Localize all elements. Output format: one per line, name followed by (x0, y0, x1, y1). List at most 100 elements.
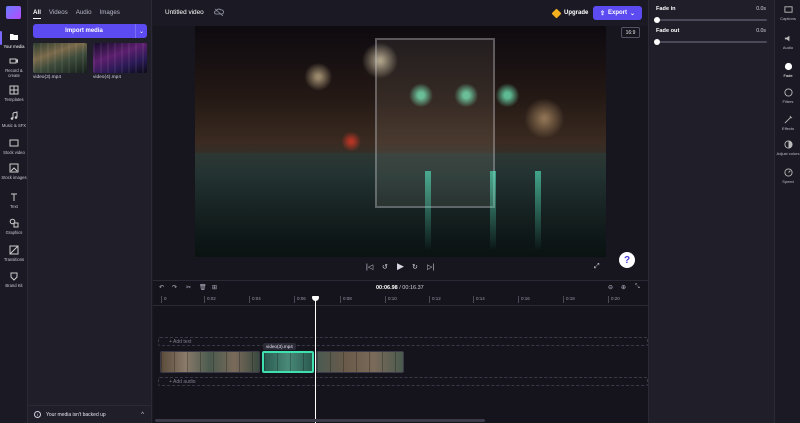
timeline-clip-selected[interactable] (262, 351, 314, 373)
rail-stock-images[interactable]: Stock images (0, 163, 28, 180)
tab-images[interactable]: Images (100, 9, 120, 19)
export-button[interactable]: ⇪ Export ⌄ (593, 6, 642, 20)
tab-videos[interactable]: Videos (49, 9, 68, 19)
rail-your-media[interactable]: Your media (0, 31, 28, 49)
export-label: Export (607, 10, 627, 16)
fit-icon[interactable]: ⤡ (635, 284, 640, 291)
fade-out-label: Fade out (656, 28, 680, 34)
rrail-captions[interactable]: Captions (775, 5, 800, 21)
tab-all[interactable]: All (33, 9, 41, 19)
rail-graphics[interactable]: Graphics (0, 218, 28, 235)
import-media-button[interactable]: Import media ⌄ (33, 24, 147, 38)
ruler-tick: 0:04 (249, 296, 261, 303)
video-preview[interactable] (195, 26, 606, 257)
fade-out-slider[interactable] (654, 38, 767, 45)
total-time: / 00:16.37 (399, 285, 424, 291)
undo-icon[interactable]: ↶ (159, 284, 164, 291)
brand-icon (10, 272, 18, 281)
media-thumbnail[interactable] (33, 43, 87, 73)
rrail-speed[interactable]: Speed (775, 168, 800, 184)
current-time: 00:06.98 (376, 285, 398, 291)
rrail-audio[interactable]: Audio (775, 34, 800, 50)
ruler-tick: 0:18 (563, 296, 575, 303)
rail-label: Record & create (5, 68, 23, 78)
speed-icon (783, 168, 793, 177)
rewind-icon[interactable]: ↺ (382, 263, 388, 271)
import-dropdown-button[interactable]: ⌄ (135, 24, 147, 38)
zoom-out-icon[interactable]: ⊖ (608, 284, 613, 291)
editor-center: Untitled video Upgrade ⇪ Export ⌄ 16:9 |… (153, 0, 648, 423)
project-title[interactable]: Untitled video (165, 9, 204, 16)
ruler-tick: 0:06 (294, 296, 306, 303)
playhead[interactable] (312, 296, 319, 423)
preview-reflection (535, 171, 541, 251)
help-button[interactable]: ? (619, 252, 635, 268)
effects-icon (784, 115, 792, 124)
speaker-icon (784, 35, 789, 42)
ruler-tick: 0:16 (518, 296, 530, 303)
backup-banner[interactable]: i Your media isn't backed up ^ (28, 405, 152, 423)
right-rail: Captions Audio Fade Filters Effects Adju… (774, 0, 800, 423)
ruler-tick: 0:14 (473, 296, 485, 303)
captions-icon (783, 6, 793, 13)
tab-audio[interactable]: Audio (76, 9, 92, 19)
chevron-up-icon[interactable]: ^ (141, 412, 144, 418)
adjust-icon (783, 140, 793, 149)
rail-brand-kit[interactable]: Brand Kit (0, 271, 28, 288)
add-audio-lane[interactable]: + Add audio (158, 377, 648, 386)
rail-text[interactable]: Text (0, 192, 28, 209)
backup-text: Your media isn't backed up (46, 411, 106, 418)
rail-label: Your media (3, 44, 25, 49)
fade-out-value: 0.0s (756, 28, 766, 34)
rail-record-create[interactable]: Record & create (0, 56, 28, 78)
media-filename: video(4).mp4 (93, 75, 121, 80)
timeline-clip[interactable] (316, 351, 404, 373)
time-ruler[interactable]: 0 0:02 0:04 0:06 0:08 0:10 0:12 0:14 0:1… (153, 296, 648, 306)
upgrade-button[interactable]: Upgrade (547, 6, 594, 20)
aspect-ratio-button[interactable]: 16:9 (621, 27, 640, 38)
info-icon: i (34, 411, 41, 418)
split-icon[interactable]: ✂ (186, 284, 191, 291)
rrail-filters[interactable]: Filters (775, 88, 800, 104)
camera-icon (9, 58, 18, 64)
slider-knob[interactable] (654, 38, 660, 45)
timeline-clip[interactable] (160, 351, 260, 373)
zoom-in-icon[interactable]: ⊕ (621, 284, 626, 291)
fade-in-slider[interactable] (654, 16, 767, 23)
delete-icon[interactable]: 🗑 (199, 284, 207, 291)
timeline: ↶ ↷ ✂ 🗑 ⊞ ⊖ ⊕ ⤡ 00:06.98 / 00:16.37 0 0:… (153, 280, 648, 423)
skip-start-icon[interactable]: |◁ (366, 263, 373, 271)
skip-end-icon[interactable]: ▷| (427, 263, 434, 271)
rail-music-sfx[interactable]: Music & SFX (0, 111, 28, 128)
rail-stock-video[interactable]: Stock video (0, 138, 28, 155)
rrail-fade[interactable]: Fade (775, 62, 800, 78)
rail-templates[interactable]: Templates (0, 85, 28, 102)
upgrade-label: Upgrade (564, 10, 589, 16)
ruler-tick: 0:12 (429, 296, 441, 303)
left-rail: Your media Record & create Templates Mus… (0, 0, 28, 423)
clipchamp-logo (6, 6, 21, 19)
rrail-adjust-colors[interactable]: Adjust colors (775, 140, 800, 156)
add-text-lane[interactable]: + Add text (158, 337, 648, 346)
ruler-tick: 0:10 (385, 296, 397, 303)
rail-transitions[interactable]: Transitions (0, 245, 28, 262)
timeline-scrollbar[interactable] (155, 419, 485, 422)
media-tabs: All Videos Audio Images (33, 9, 120, 19)
forward-icon[interactable]: ↻ (412, 263, 418, 271)
ruler-tick: 0:02 (204, 296, 216, 303)
media-filename: video(3).mp4 (33, 75, 61, 80)
chevron-down-icon: ⌄ (138, 28, 145, 35)
slider-knob[interactable] (654, 16, 660, 23)
import-media-label[interactable]: Import media (33, 24, 135, 38)
text-icon (11, 193, 17, 201)
clip-label: video(3).mp4 (263, 343, 296, 350)
rrail-effects[interactable]: Effects (775, 115, 800, 131)
add-media-icon[interactable]: ⊞ (212, 284, 217, 291)
rrail-label: Captions (780, 16, 796, 21)
redo-icon[interactable]: ↷ (172, 284, 177, 291)
ruler-tick: 0:20 (608, 296, 620, 303)
timecode: 00:06.98 / 00:16.37 (376, 285, 424, 291)
play-icon[interactable]: ▶ (397, 261, 404, 272)
fullscreen-icon[interactable]: ⤢ (594, 263, 600, 271)
media-thumbnail[interactable] (93, 43, 147, 73)
